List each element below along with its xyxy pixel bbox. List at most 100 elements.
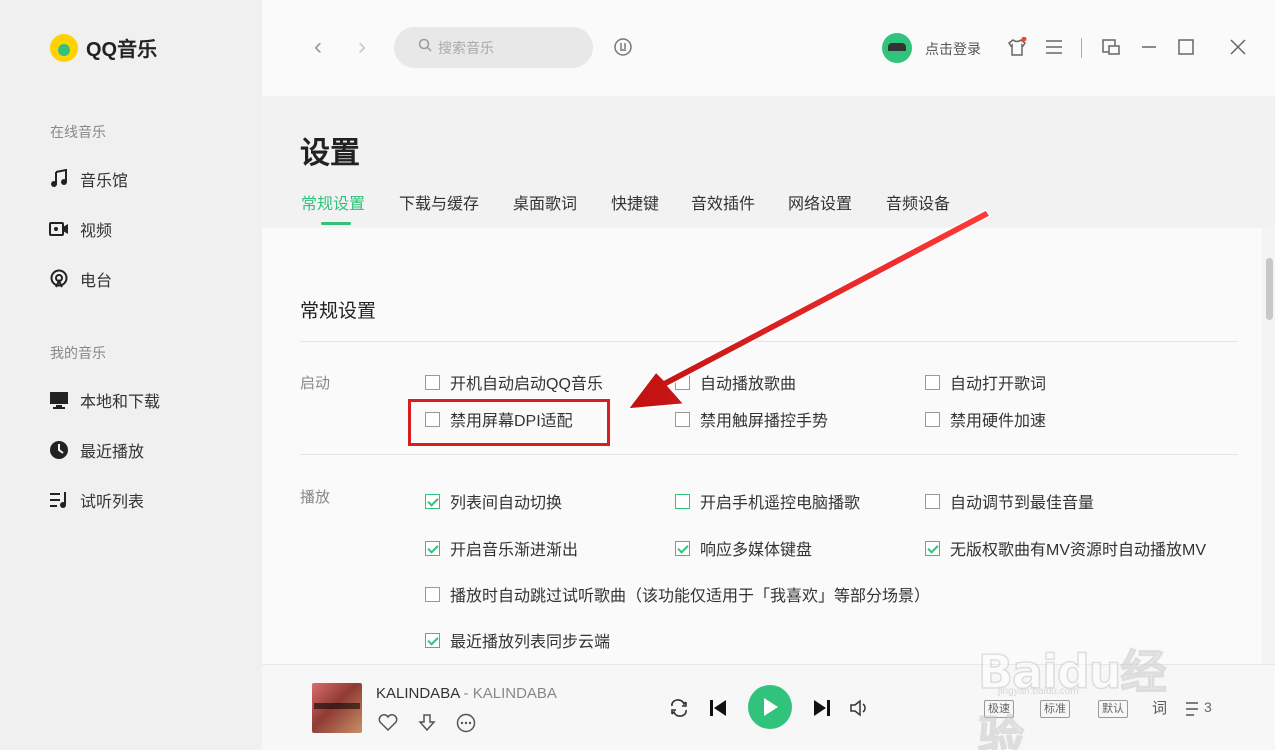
watermark-logo: Baidu经验 jingyan.baidu.com [977,618,1208,750]
option-label: 播放时自动跳过试听歌曲（该功能仅适用于「我喜欢」等部分场景） [450,588,931,605]
search-icon [418,38,432,57]
option-phone-remote[interactable]: 开启手机遥控电脑播歌 [675,489,860,513]
option-autoplay[interactable]: 自动播放歌曲 [675,370,796,394]
next-icon[interactable] [810,696,834,720]
app-logo[interactable]: QQ音乐 [50,33,157,62]
title-separator: - [459,685,473,702]
mini-mode-icon[interactable] [1100,36,1122,58]
skin-shirt-icon[interactable] [1006,36,1028,58]
tab-network[interactable]: 网络设置 [788,190,852,214]
song-title: KALINDABA [376,685,460,702]
checkbox[interactable] [925,493,940,509]
sidebar-item-music-hall[interactable]: 音乐馆 [48,167,128,191]
download-icon[interactable] [415,711,439,735]
sidebar-item-label: 视频 [80,223,113,240]
minimize-icon[interactable] [1138,36,1160,58]
checkbox[interactable] [675,374,690,390]
option-label: 自动调节到最佳音量 [950,495,1095,512]
back-arrow-icon[interactable]: ‹ [306,34,330,60]
watermark-url: jingyan.baidu.com [998,686,1079,697]
top-bar: ‹ › 点击登录 [262,0,1275,96]
option-autostart[interactable]: 开机自动启动QQ音乐 [425,370,603,394]
option-cloud-sync[interactable]: 最近播放列表同步云端 [425,628,610,652]
avatar[interactable] [882,33,912,63]
checkbox[interactable] [425,374,440,390]
sidebar-item-local-download[interactable]: 本地和下载 [48,388,160,412]
maximize-icon[interactable] [1175,36,1197,58]
tab-desktop-lyrics[interactable]: 桌面歌词 [513,190,577,214]
option-skip-trial[interactable]: 播放时自动跳过试听歌曲（该功能仅适用于「我喜欢」等部分场景） [425,582,930,606]
option-label: 最近播放列表同步云端 [450,634,611,651]
sidebar: QQ音乐 在线音乐 音乐馆 视频 电台 我的音乐 本地和下载 最近播放 试听列表 [0,0,262,750]
sidebar-item-trial-list[interactable]: 试听列表 [48,488,144,512]
highlight-box [408,399,610,446]
login-link[interactable]: 点击登录 [925,39,981,59]
volume-icon[interactable] [848,696,872,720]
option-disable-touch[interactable]: 禁用触屏播控手势 [675,407,828,431]
search-input[interactable] [438,39,568,56]
option-list-autoswitch[interactable]: 列表间自动切换 [425,489,562,513]
scrollbar[interactable] [1262,228,1275,664]
option-label: 无版权歌曲有MV资源时自动播放MV [950,542,1207,559]
checkbox[interactable] [425,632,440,648]
previous-icon[interactable] [706,696,730,720]
sidebar-item-video[interactable]: 视频 [48,217,112,241]
option-label: 自动打开歌词 [950,376,1047,393]
option-auto-volume[interactable]: 自动调节到最佳音量 [925,489,1094,513]
section-title: 常规设置 [300,301,377,322]
option-label: 列表间自动切换 [450,495,563,512]
option-media-keys[interactable]: 响应多媒体键盘 [675,536,812,560]
tab-download-cache[interactable]: 下载与缓存 [399,190,479,214]
artist-name: KALINDABA [472,685,557,702]
scrollbar-thumb[interactable] [1266,258,1273,320]
checkbox[interactable] [675,540,690,556]
voice-search-icon[interactable] [612,36,634,58]
monitor-icon [48,389,70,411]
close-icon[interactable] [1227,36,1249,58]
settings-header: 设置 常规设置 下载与缓存 桌面歌词 快捷键 音效插件 网络设置 音频设备 [262,96,1275,228]
toolbar-divider [1081,38,1082,58]
section-divider [300,341,1238,342]
play-button[interactable] [748,685,792,729]
option-fade[interactable]: 开启音乐渐进渐出 [425,536,578,560]
forward-arrow-icon[interactable]: › [350,34,374,60]
album-cover[interactable] [312,683,362,733]
sidebar-item-label: 音乐馆 [80,173,129,190]
tab-audio-device[interactable]: 音频设备 [886,190,950,214]
checkbox[interactable] [925,374,940,390]
option-disable-hw-accel[interactable]: 禁用硬件加速 [925,407,1046,431]
checkbox[interactable] [925,540,940,556]
settings-content: 常规设置 启动 开机自动启动QQ音乐 自动播放歌曲 自动打开歌词 禁用屏幕DPI… [262,228,1262,664]
sidebar-item-label: 电台 [80,273,113,290]
option-label: 开启手机遥控电脑播歌 [700,495,861,512]
playlist-icon [48,489,70,511]
checkbox[interactable] [425,540,440,556]
clock-icon [48,439,70,461]
checkbox[interactable] [425,586,440,602]
more-icon[interactable] [454,711,478,735]
now-playing[interactable]: KALINDABA - KALINDABA [376,685,557,702]
group-label-play: 播放 [300,489,331,506]
loop-icon[interactable] [667,696,691,720]
menu-icon[interactable] [1043,36,1065,58]
checkbox[interactable] [425,493,440,509]
tab-general[interactable]: 常规设置 [301,190,365,214]
tab-sound-effects[interactable]: 音效插件 [691,190,755,214]
app-name: QQ音乐 [86,39,158,61]
option-label: 禁用触屏播控手势 [700,413,829,430]
option-auto-lyrics[interactable]: 自动打开歌词 [925,370,1046,394]
radio-icon [48,268,70,290]
checkbox[interactable] [675,493,690,509]
option-label: 开启音乐渐进渐出 [450,542,579,559]
option-auto-mv[interactable]: 无版权歌曲有MV资源时自动播放MV [925,536,1206,560]
sidebar-item-label: 试听列表 [80,494,145,511]
search-box[interactable] [394,27,593,68]
tab-shortcuts[interactable]: 快捷键 [611,190,659,214]
option-label: 开机自动启动QQ音乐 [450,376,603,393]
checkbox[interactable] [925,411,940,427]
heart-icon[interactable] [376,711,400,735]
sidebar-item-recent[interactable]: 最近播放 [48,438,144,462]
video-icon [48,218,70,240]
checkbox[interactable] [675,411,690,427]
sidebar-item-radio[interactable]: 电台 [48,267,112,291]
